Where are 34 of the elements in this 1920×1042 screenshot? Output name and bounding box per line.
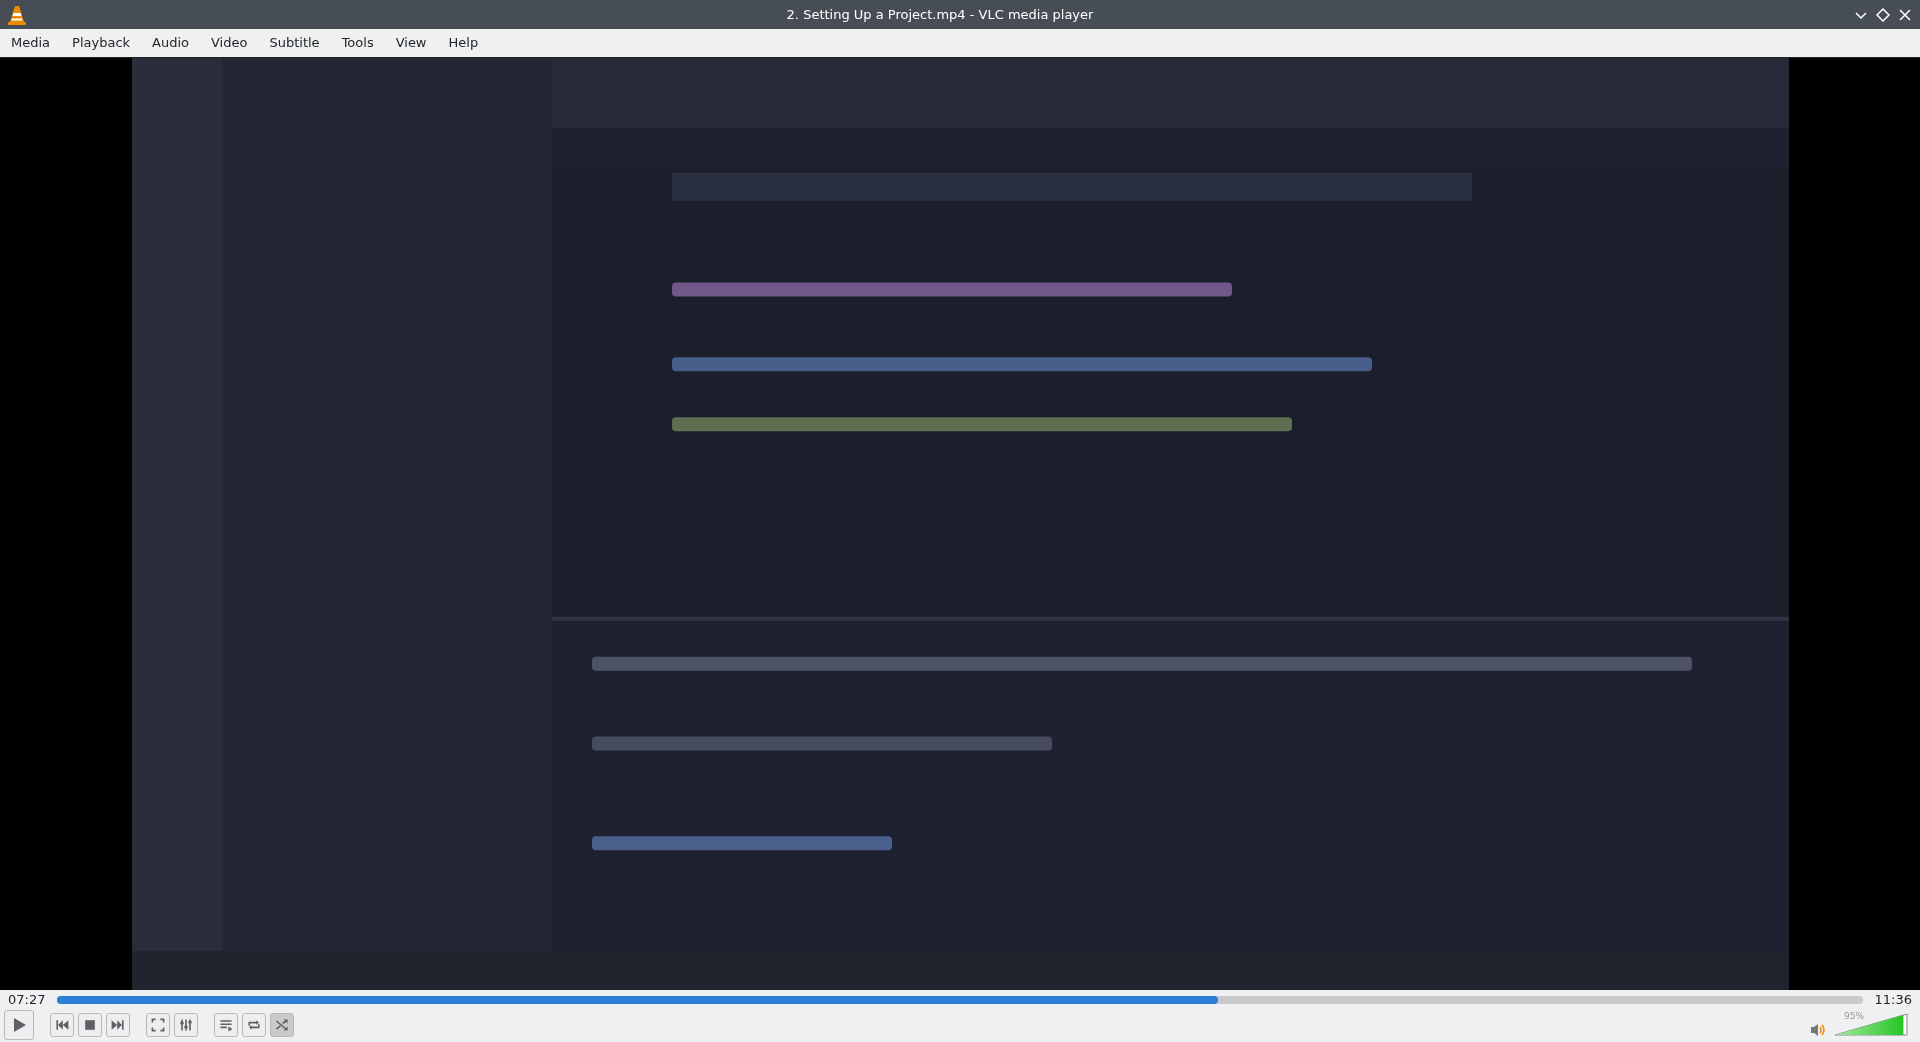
menu-item[interactable]: Help <box>437 33 490 53</box>
menu-item[interactable]: Tools <box>330 33 385 53</box>
seek-slider[interactable] <box>57 996 1863 1004</box>
playlist-button[interactable] <box>214 1013 238 1037</box>
menu-item[interactable]: Audio <box>141 33 200 53</box>
elapsed-time: 07:27 <box>8 991 46 1010</box>
menu-item[interactable]: Media <box>0 33 62 53</box>
equalizer-button[interactable] <box>174 1013 198 1037</box>
previous-button[interactable] <box>50 1013 74 1037</box>
shuffle-icon <box>274 1017 290 1033</box>
menu-item[interactable]: Playback <box>61 33 142 53</box>
shuffle-button[interactable] <box>270 1013 294 1037</box>
loop-button[interactable] <box>242 1013 266 1037</box>
close-icon[interactable] <box>1898 7 1912 22</box>
play-button[interactable] <box>4 1010 34 1040</box>
loop-icon <box>246 1017 262 1033</box>
volume-reading: 95% <box>1844 1010 1864 1023</box>
playlist-icon <box>218 1017 234 1033</box>
vlc-cone-icon <box>8 4 26 25</box>
total-time: 11:36 <box>1874 991 1912 1010</box>
window-title: 2. Setting Up a Project.mp4 - VLC media player <box>786 6 1094 22</box>
menu-item[interactable]: Video <box>200 33 259 53</box>
next-icon <box>110 1017 126 1033</box>
fullscreen-icon <box>150 1017 166 1033</box>
stop-button[interactable] <box>78 1013 102 1037</box>
menu-item[interactable]: Subtitle <box>258 33 331 53</box>
stop-icon <box>82 1017 98 1033</box>
fullscreen-button[interactable] <box>146 1013 170 1037</box>
menu-item[interactable]: View <box>384 33 438 53</box>
maximize-icon[interactable] <box>1876 7 1890 22</box>
next-button[interactable] <box>106 1013 130 1037</box>
equalizer-icon <box>178 1017 194 1033</box>
speaker-icon[interactable] <box>1810 1023 1826 1037</box>
previous-icon <box>54 1017 70 1033</box>
